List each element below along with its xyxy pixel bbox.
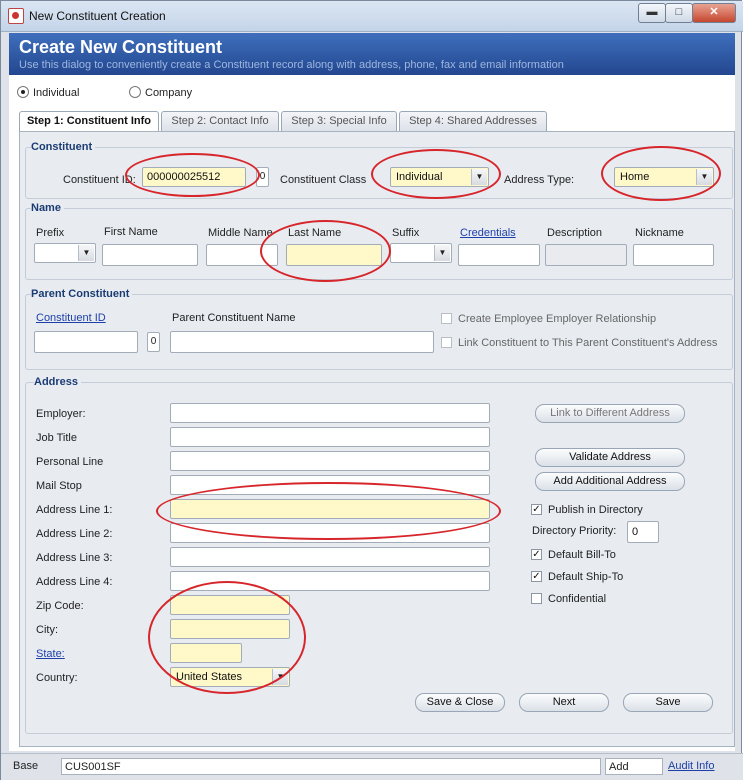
header-banner: Create New Constituent Use this dialog t… bbox=[9, 33, 735, 75]
link-different-address-button[interactable]: Link to Different Address bbox=[535, 404, 685, 423]
suffix-select[interactable]: ▼ bbox=[390, 243, 452, 263]
publish-directory-label: Publish in Directory bbox=[548, 504, 643, 516]
directory-priority-label: Directory Priority: bbox=[532, 525, 617, 537]
highlight-location-fields bbox=[148, 581, 306, 694]
individual-label: Individual bbox=[33, 87, 80, 99]
save-and-close-button[interactable]: Save & Close bbox=[415, 693, 505, 712]
highlight-constituent-id bbox=[125, 153, 260, 197]
create-relationship-label: Create Employee Employer Relationship bbox=[458, 313, 657, 325]
constituent-class-label: Constituent Class bbox=[280, 174, 367, 186]
state-link[interactable]: State: bbox=[36, 648, 65, 660]
add-additional-address-button[interactable]: Add Additional Address bbox=[535, 472, 685, 491]
nickname-label: Nickname bbox=[635, 227, 684, 239]
parent-constituent-count: 0 bbox=[147, 332, 160, 352]
constituent-section-title: Constituent bbox=[31, 141, 96, 153]
chevron-down-icon[interactable]: ▼ bbox=[78, 245, 94, 261]
dialog-window: New Constituent Creation ▬ □ ✕ Create Ne… bbox=[0, 0, 743, 780]
address-line-3-label: Address Line 3: bbox=[36, 552, 113, 564]
tab-contact-info[interactable]: Step 2: Contact Info bbox=[161, 111, 279, 131]
credentials-field[interactable] bbox=[458, 244, 540, 266]
suffix-label: Suffix bbox=[392, 227, 420, 239]
close-button[interactable]: ✕ bbox=[692, 3, 736, 23]
link-parent-address-checkbox[interactable] bbox=[441, 337, 452, 348]
title-bar: New Constituent Creation ▬ □ ✕ bbox=[1, 1, 743, 32]
address-line-2-label: Address Line 2: bbox=[36, 528, 113, 540]
parent-constituent-id-field[interactable] bbox=[34, 331, 138, 353]
next-button[interactable]: Next bbox=[519, 693, 609, 712]
address-section-title: Address bbox=[34, 376, 82, 388]
personal-line-label: Personal Line bbox=[36, 456, 104, 468]
default-ship-to-label: Default Ship-To bbox=[548, 571, 624, 583]
publish-directory-checkbox[interactable]: ✓ bbox=[531, 504, 542, 515]
tab-special-info[interactable]: Step 3: Special Info bbox=[281, 111, 397, 131]
individual-radio[interactable] bbox=[17, 86, 29, 98]
status-screen-code: CUS001SF bbox=[61, 758, 601, 775]
middle-name-label: Middle Name bbox=[208, 227, 273, 239]
prefix-select[interactable]: ▼ bbox=[34, 243, 96, 263]
employer-field[interactable] bbox=[170, 403, 490, 423]
address-line-4-label: Address Line 4: bbox=[36, 576, 113, 588]
minimize-button[interactable]: ▬ bbox=[638, 3, 666, 23]
nickname-field[interactable] bbox=[633, 244, 714, 266]
parent-constituent-name-field[interactable] bbox=[170, 331, 434, 353]
zip-code-label: Zip Code: bbox=[36, 600, 84, 612]
employer-label: Employer: bbox=[36, 408, 86, 420]
default-ship-to-checkbox[interactable]: ✓ bbox=[531, 571, 542, 582]
job-title-label: Job Title bbox=[36, 432, 77, 444]
mail-stop-label: Mail Stop bbox=[36, 480, 82, 492]
chevron-down-icon[interactable]: ▼ bbox=[434, 245, 450, 261]
description-label: Description bbox=[547, 227, 603, 239]
confidential-label: Confidential bbox=[548, 593, 607, 605]
company-radio[interactable] bbox=[129, 86, 141, 98]
prefix-label: Prefix bbox=[36, 227, 65, 239]
tab-constituent-info[interactable]: Step 1: Constituent Info bbox=[19, 111, 159, 132]
maximize-button[interactable]: □ bbox=[665, 3, 693, 23]
tab-shared-addresses[interactable]: Step 4: Shared Addresses bbox=[399, 111, 547, 131]
window-title: New Constituent Creation bbox=[29, 9, 166, 23]
country-label: Country: bbox=[36, 672, 78, 684]
banner-subtitle: Use this dialog to conveniently create a… bbox=[19, 59, 564, 71]
parent-constituent-id-link[interactable]: Constituent ID bbox=[36, 312, 106, 324]
app-icon bbox=[8, 8, 24, 24]
audit-info-link[interactable]: Audit Info bbox=[668, 760, 714, 772]
parent-constituent-name-label: Parent Constituent Name bbox=[172, 312, 296, 324]
credentials-link[interactable]: Credentials bbox=[460, 227, 516, 239]
personal-line-field[interactable] bbox=[170, 451, 490, 471]
default-bill-to-label: Default Bill-To bbox=[548, 549, 616, 561]
status-base-label: Base bbox=[13, 760, 39, 772]
company-label: Company bbox=[145, 87, 193, 99]
address-line-1-label: Address Line 1: bbox=[36, 504, 113, 516]
status-bar: Base CUS001SF Add Audit Info bbox=[1, 753, 743, 780]
status-mode: Add bbox=[605, 758, 663, 775]
highlight-last-name bbox=[260, 220, 391, 282]
banner-title: Create New Constituent bbox=[19, 37, 223, 57]
address-type-label: Address Type: bbox=[504, 174, 575, 186]
description-field bbox=[545, 244, 627, 266]
parent-section-title: Parent Constituent bbox=[31, 288, 133, 300]
validate-address-button[interactable]: Validate Address bbox=[535, 448, 685, 467]
default-bill-to-checkbox[interactable]: ✓ bbox=[531, 549, 542, 560]
highlight-address-type bbox=[601, 146, 721, 201]
name-section-title: Name bbox=[31, 202, 64, 214]
create-relationship-checkbox[interactable] bbox=[441, 313, 452, 324]
link-parent-address-label: Link Constituent to This Parent Constitu… bbox=[458, 337, 718, 349]
first-name-label: First Name bbox=[104, 226, 158, 238]
save-button[interactable]: Save bbox=[623, 693, 713, 712]
confidential-checkbox[interactable] bbox=[531, 593, 542, 604]
address-line-3-field[interactable] bbox=[170, 547, 490, 567]
first-name-field[interactable] bbox=[102, 244, 198, 266]
city-label: City: bbox=[36, 624, 58, 636]
highlight-address-line-1 bbox=[156, 482, 501, 540]
job-title-field[interactable] bbox=[170, 427, 490, 447]
directory-priority-field[interactable]: 0 bbox=[627, 521, 659, 543]
highlight-constituent-class bbox=[371, 149, 501, 199]
